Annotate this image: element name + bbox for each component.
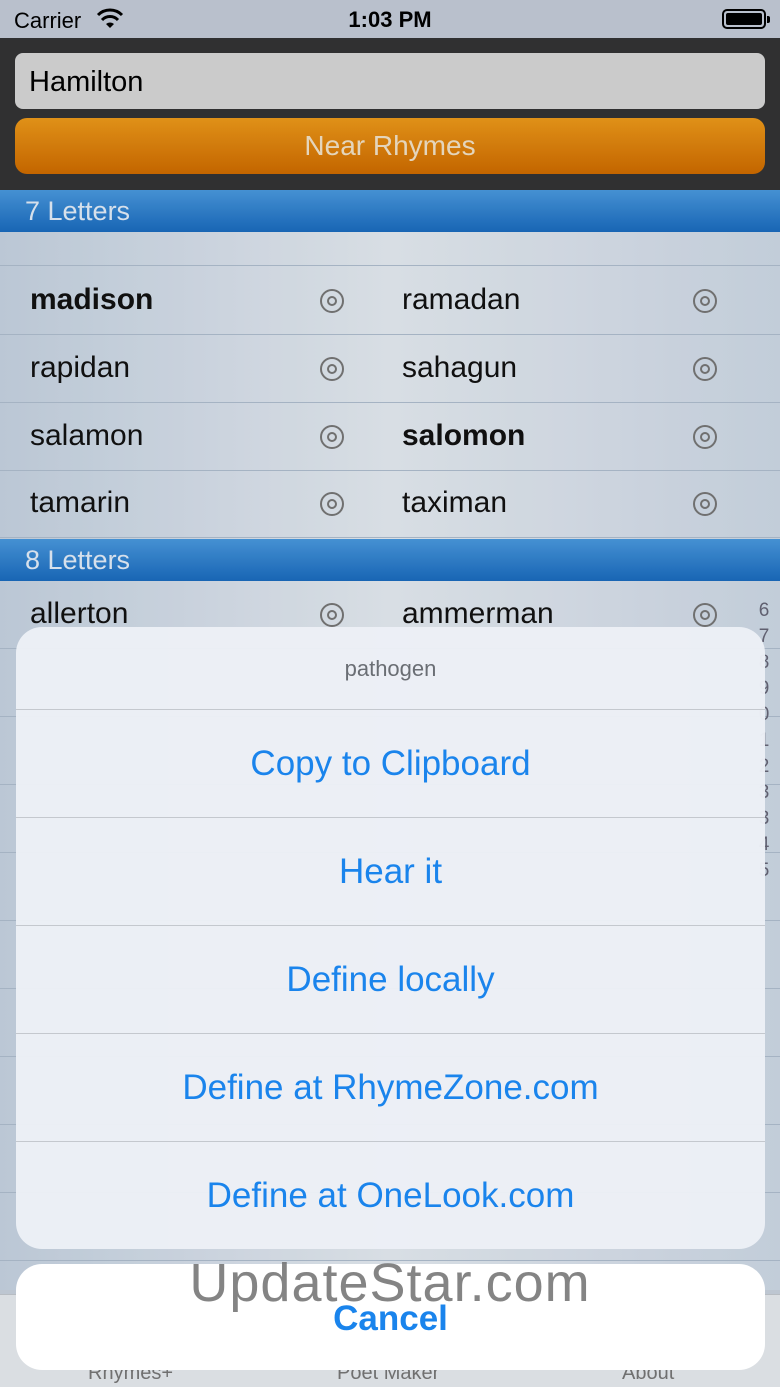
define-locally-button[interactable]: Define locally: [16, 926, 765, 1034]
action-sheet-title: pathogen: [16, 627, 765, 710]
define-onelook-button[interactable]: Define at OneLook.com: [16, 1142, 765, 1249]
watermark: UpdateStar.com: [189, 1253, 591, 1313]
hear-it-button[interactable]: Hear it: [16, 818, 765, 926]
action-sheet: pathogen Copy to Clipboard Hear it Defin…: [16, 627, 765, 1249]
copy-to-clipboard-button[interactable]: Copy to Clipboard: [16, 710, 765, 818]
define-rhymezone-button[interactable]: Define at RhymeZone.com: [16, 1034, 765, 1142]
